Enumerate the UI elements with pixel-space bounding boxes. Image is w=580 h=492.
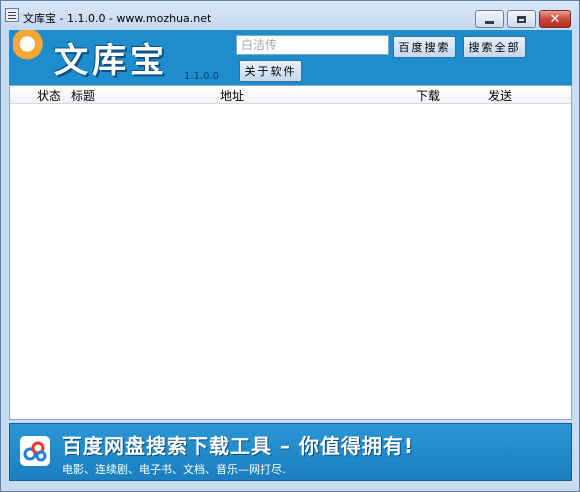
maximize-icon — [517, 15, 526, 23]
maximize-button[interactable] — [507, 10, 536, 28]
search-all-button[interactable]: 搜索全部 — [463, 36, 526, 58]
results-table[interactable]: 状态 标题 地址 下载 发送 — [9, 85, 572, 420]
search-input[interactable] — [236, 35, 389, 55]
about-button[interactable]: 关于软件 — [239, 60, 302, 82]
logo-icon — [13, 30, 49, 70]
minimize-button[interactable] — [475, 10, 504, 28]
column-header-status[interactable]: 状态 — [37, 87, 61, 104]
version-label: 1.1.0.0 — [184, 71, 219, 82]
baidu-cloud-icon — [20, 436, 50, 466]
header-panel: 文库宝 1.1.0.0 百度搜索 搜索全部 关于软件 — [9, 30, 572, 85]
promo-banner[interactable]: 百度网盘搜索下载工具 – 你值得拥有! 电影、连续剧、电子书、文档、音乐—网打尽… — [9, 423, 572, 481]
table-header: 状态 标题 地址 下载 发送 — [10, 86, 571, 104]
app-window: 文库宝 - 1.1.0.0 - www.mozhua.net ✕ 文库宝 1.1… — [0, 0, 580, 492]
column-header-title[interactable]: 标题 — [71, 87, 95, 104]
baidu-search-button[interactable]: 百度搜索 — [393, 36, 456, 58]
title-bar[interactable]: 文库宝 - 1.1.0.0 - www.mozhua.net ✕ — [1, 1, 579, 30]
minimize-icon — [485, 20, 494, 24]
window-title: 文库宝 - 1.1.0.0 - www.mozhua.net — [23, 12, 212, 25]
close-button[interactable]: ✕ — [539, 10, 571, 28]
banner-subtitle: 电影、连续剧、电子书、文档、音乐—网打尽. — [62, 463, 286, 476]
close-icon: ✕ — [549, 11, 561, 27]
logo-text: 文库宝 — [54, 41, 168, 81]
column-header-url[interactable]: 地址 — [220, 87, 244, 104]
column-header-download[interactable]: 下载 — [416, 87, 440, 104]
column-header-send[interactable]: 发送 — [488, 87, 512, 104]
app-icon[interactable] — [5, 8, 19, 22]
banner-title: 百度网盘搜索下载工具 – 你值得拥有! — [62, 434, 415, 458]
